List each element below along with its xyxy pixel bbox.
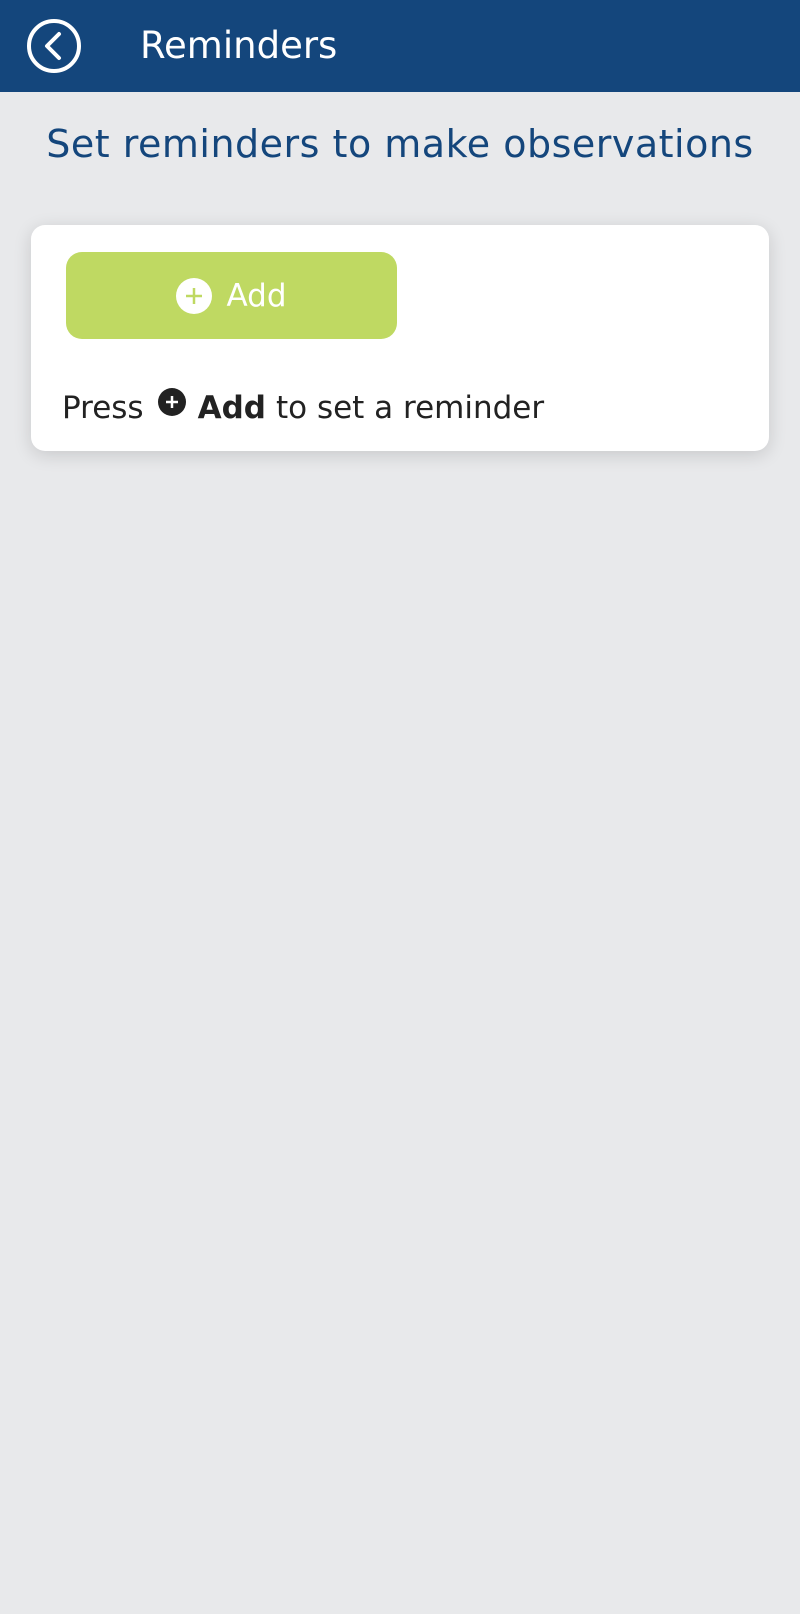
back-button[interactable] [27,19,81,73]
app-bar: Reminders [0,0,800,92]
hint-suffix: to set a reminder [275,390,545,426]
plus-circle-icon [176,277,213,314]
empty-state-hint: Press Add to set a reminder [62,388,545,426]
add-reminder-button[interactable]: Add [66,252,397,339]
hint-prefix: Press [62,390,144,426]
plus-circle-icon [157,388,186,416]
add-button-label: Add [226,277,287,314]
hint-add-label: Add [197,390,266,426]
section-heading: Set reminders to make observations [46,122,754,166]
page-title: Reminders [140,24,338,67]
reminders-card: Add Press Add to set a reminder [31,225,769,451]
chevron-left-icon [45,32,61,60]
